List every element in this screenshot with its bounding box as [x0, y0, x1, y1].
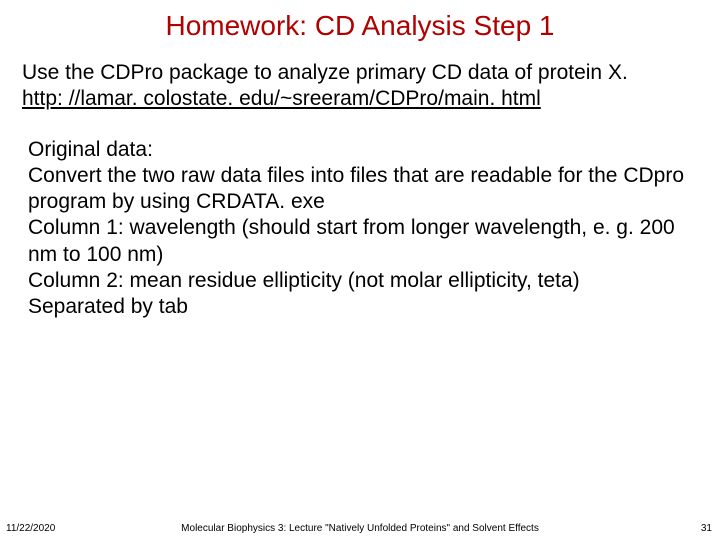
footer-title: Molecular Biophysics 3: Lecture "Nativel… — [0, 523, 720, 534]
intro-text: Use the CDPro package to analyze primary… — [22, 61, 628, 84]
details-heading: Original data: — [28, 138, 153, 161]
details-line-4: Separated by tab — [28, 295, 188, 318]
slide-body: Use the CDPro package to analyze primary… — [0, 42, 720, 320]
details-line-1: Convert the two raw data files into file… — [28, 164, 684, 213]
details-line-3: Column 2: mean residue ellipticity (not … — [28, 269, 580, 292]
details-line-2: Column 1: wavelength (should start from … — [28, 216, 675, 265]
slide: Homework: CD Analysis Step 1 Use the CDP… — [0, 0, 720, 540]
intro-paragraph: Use the CDPro package to analyze primary… — [22, 60, 698, 113]
slide-title: Homework: CD Analysis Step 1 — [0, 0, 720, 42]
page-number: 31 — [701, 523, 712, 534]
cdpro-link[interactable]: http: //lamar. colostate. edu/~sreeram/C… — [22, 87, 541, 110]
details-paragraph: Original data: Convert the two raw data … — [22, 137, 698, 321]
